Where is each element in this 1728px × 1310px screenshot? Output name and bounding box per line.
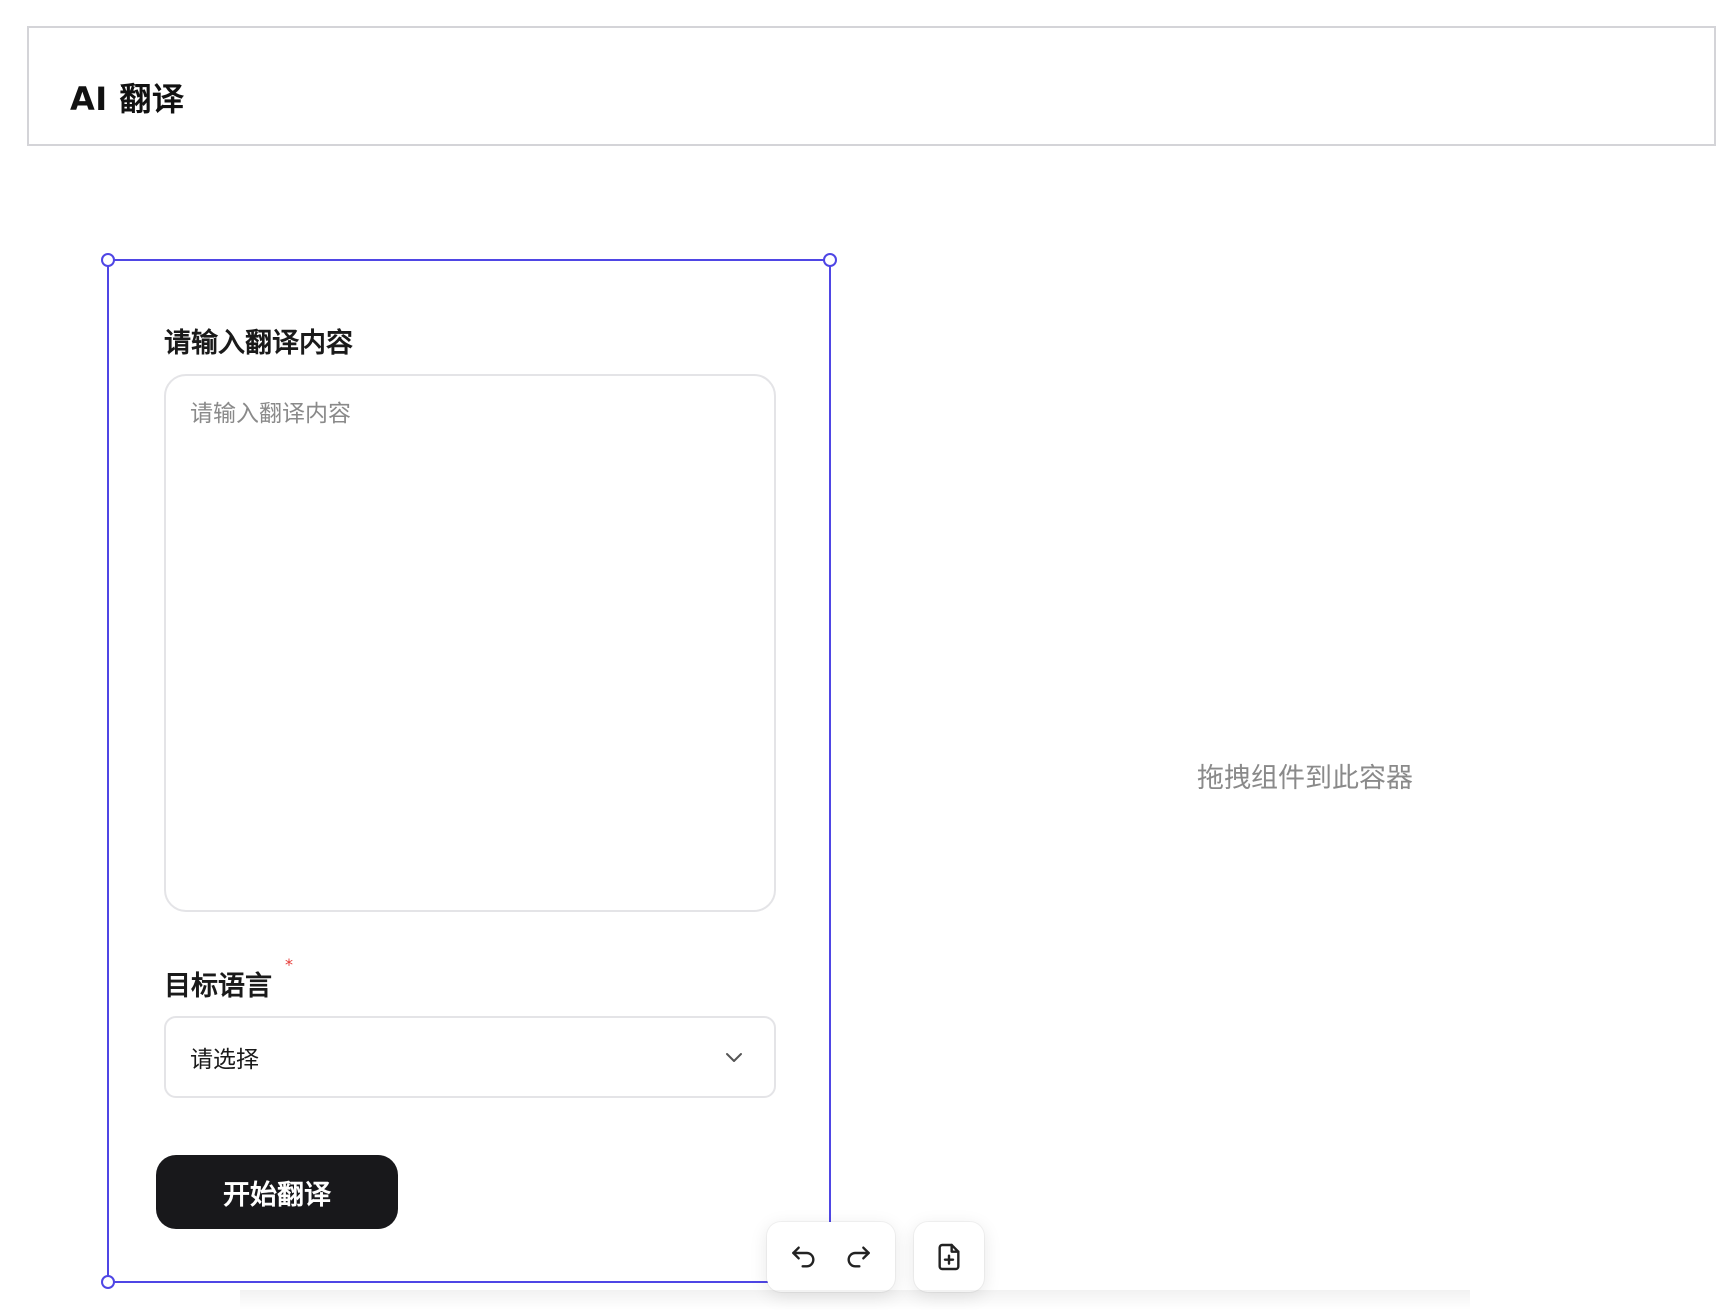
target-language-label: 目标语言 [164, 971, 272, 1002]
redo-icon [847, 1246, 870, 1268]
history-toolbar [767, 1222, 895, 1292]
bottom-shadow [240, 1290, 1470, 1310]
resize-handle-bottom-left[interactable] [101, 1275, 115, 1289]
undo-icon [792, 1246, 815, 1268]
add-page-icon [938, 1243, 960, 1271]
editor-canvas: AI 翻译 请输入翻译内容 目标语言 * 请选择 开始翻译 拖拽组件到此容器 [0, 0, 1728, 1310]
header-card[interactable]: AI 翻译 [27, 26, 1716, 146]
select-value: 请选择 [190, 1047, 259, 1073]
translation-content-input[interactable] [164, 374, 776, 912]
resize-handle-top-left[interactable] [101, 253, 115, 267]
chevron-down-icon [726, 1053, 742, 1062]
page-title: AI 翻译 [70, 80, 185, 118]
selected-form-container[interactable]: 请输入翻译内容 目标语言 * 请选择 开始翻译 [101, 253, 837, 1289]
content-label: 请输入翻译内容 [164, 328, 353, 359]
target-language-select[interactable]: 请选择 [164, 1016, 776, 1098]
page-toolbar [914, 1222, 984, 1292]
required-mark: * [285, 955, 293, 974]
add-page-button[interactable] [925, 1233, 973, 1281]
redo-button[interactable] [834, 1233, 882, 1281]
start-translate-button[interactable]: 开始翻译 [156, 1155, 398, 1229]
undo-button[interactable] [780, 1233, 828, 1281]
resize-handle-top-right[interactable] [823, 253, 837, 267]
drop-zone-hint: 拖拽组件到此容器 [1197, 763, 1413, 794]
